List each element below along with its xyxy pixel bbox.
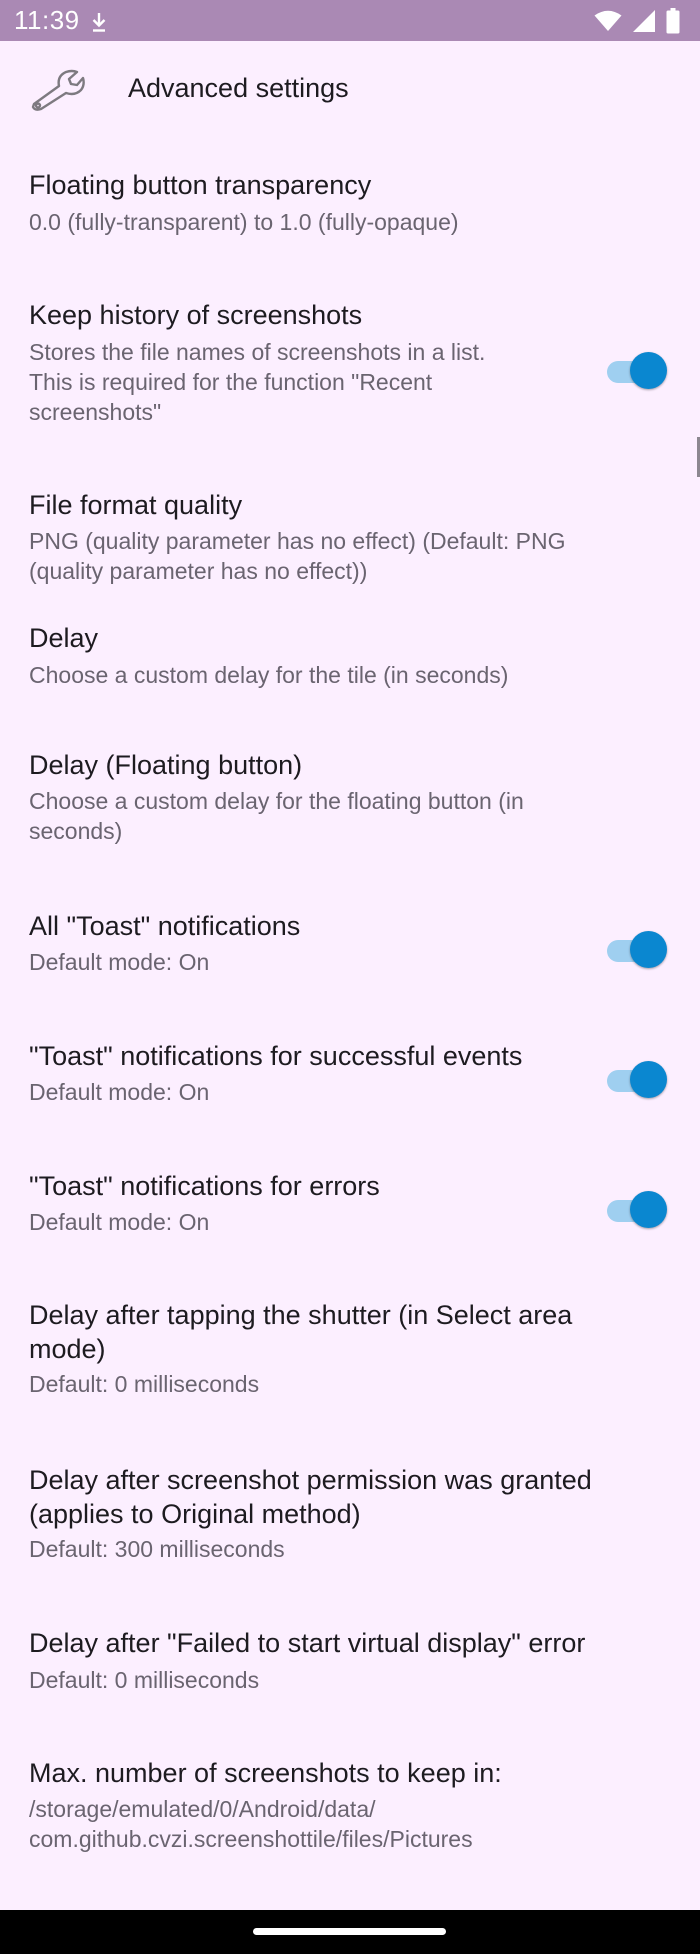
pref-summary: Choose a custom delay for the floating b…: [29, 788, 524, 844]
pref-title: Delay after screenshot permission was gr…: [29, 1465, 592, 1529]
all-toast-toggle[interactable]: [607, 931, 669, 969]
pref-file-format-quality[interactable]: File format quality PNG (quality paramet…: [0, 466, 700, 596]
home-handle[interactable]: [253, 1928, 446, 1935]
toast-errors-toggle[interactable]: [607, 1191, 669, 1229]
pref-title: Delay: [29, 623, 99, 653]
pref-title: Keep history of screenshots: [29, 300, 363, 330]
pref-summary: Default: 300 milliseconds: [29, 1536, 285, 1562]
pref-summary: Default mode: On: [29, 1209, 210, 1235]
pref-summary: Default: 0 milliseconds: [29, 1667, 260, 1693]
pref-keep-history[interactable]: Keep history of screenshots Stores the f…: [0, 271, 700, 466]
pref-summary: PNG (quality parameter has no effect) (D…: [29, 528, 566, 584]
toggle-thumb: [630, 1191, 667, 1228]
wrench-icon: [31, 69, 85, 111]
signal-icon: [633, 10, 655, 32]
pref-title: Floating button transparency: [29, 170, 372, 200]
status-bar: 11:39: [0, 0, 700, 41]
pref-summary: Choose a custom delay for the tile (in s…: [29, 662, 509, 688]
pref-summary: /storage/emulated/0/Android/data/ com.gi…: [29, 1796, 473, 1852]
pref-title: "Toast" notifications for errors: [29, 1171, 380, 1201]
pref-delay-after-permission[interactable]: Delay after screenshot permission was gr…: [0, 1441, 700, 1606]
toast-success-toggle[interactable]: [607, 1061, 669, 1099]
pref-summary: Stores the file names of screenshots in …: [29, 339, 486, 425]
wifi-icon: [594, 10, 622, 31]
pref-toast-successful-events[interactable]: "Toast" notifications for successful eve…: [0, 1016, 700, 1146]
nav-bar: [0, 1910, 700, 1954]
download-icon: [92, 13, 106, 32]
keep-history-toggle[interactable]: [607, 352, 669, 390]
pref-title: "Toast" notifications for successful eve…: [29, 1041, 523, 1071]
status-icons: [594, 8, 680, 34]
status-time: 11:39: [14, 5, 80, 35]
pref-delay[interactable]: Delay Choose a custom delay for the tile…: [0, 596, 700, 726]
pref-title: Delay (Floating button): [29, 750, 303, 780]
pref-summary: Default mode: On: [29, 949, 210, 975]
pref-summary: 0.0 (fully-transparent) to 1.0 (fully-op…: [29, 209, 459, 235]
pref-max-screenshots[interactable]: Max. number of screenshots to keep in: /…: [0, 1736, 700, 1910]
pref-all-toast-notifications[interactable]: All "Toast" notifications Default mode: …: [0, 886, 700, 1016]
pref-title: File format quality: [29, 490, 243, 520]
page-title: Advanced settings: [128, 73, 349, 103]
app-header: Advanced settings: [0, 41, 700, 141]
pref-toast-errors[interactable]: "Toast" notifications for errors Default…: [0, 1146, 700, 1276]
pref-floating-button-transparency[interactable]: Floating button transparency 0.0 (fully-…: [0, 141, 700, 271]
pref-delay-after-shutter[interactable]: Delay after tapping the shutter (in Sele…: [0, 1276, 700, 1441]
toggle-thumb: [630, 1061, 667, 1098]
battery-icon: [666, 8, 680, 34]
toggle-thumb: [630, 352, 667, 389]
pref-title: Max. number of screenshots to keep in:: [29, 1758, 502, 1788]
pref-summary: Default: 0 milliseconds: [29, 1371, 260, 1397]
pref-title: Delay after tapping the shutter (in Sele…: [29, 1300, 573, 1364]
toggle-thumb: [630, 931, 667, 968]
pref-summary: Default mode: On: [29, 1079, 210, 1105]
pref-delay-floating-button[interactable]: Delay (Floating button) Choose a custom …: [0, 726, 700, 886]
pref-title: All "Toast" notifications: [29, 911, 301, 941]
pref-delay-after-virtual-display-error[interactable]: Delay after "Failed to start virtual dis…: [0, 1606, 700, 1736]
pref-title: Delay after "Failed to start virtual dis…: [29, 1628, 586, 1658]
